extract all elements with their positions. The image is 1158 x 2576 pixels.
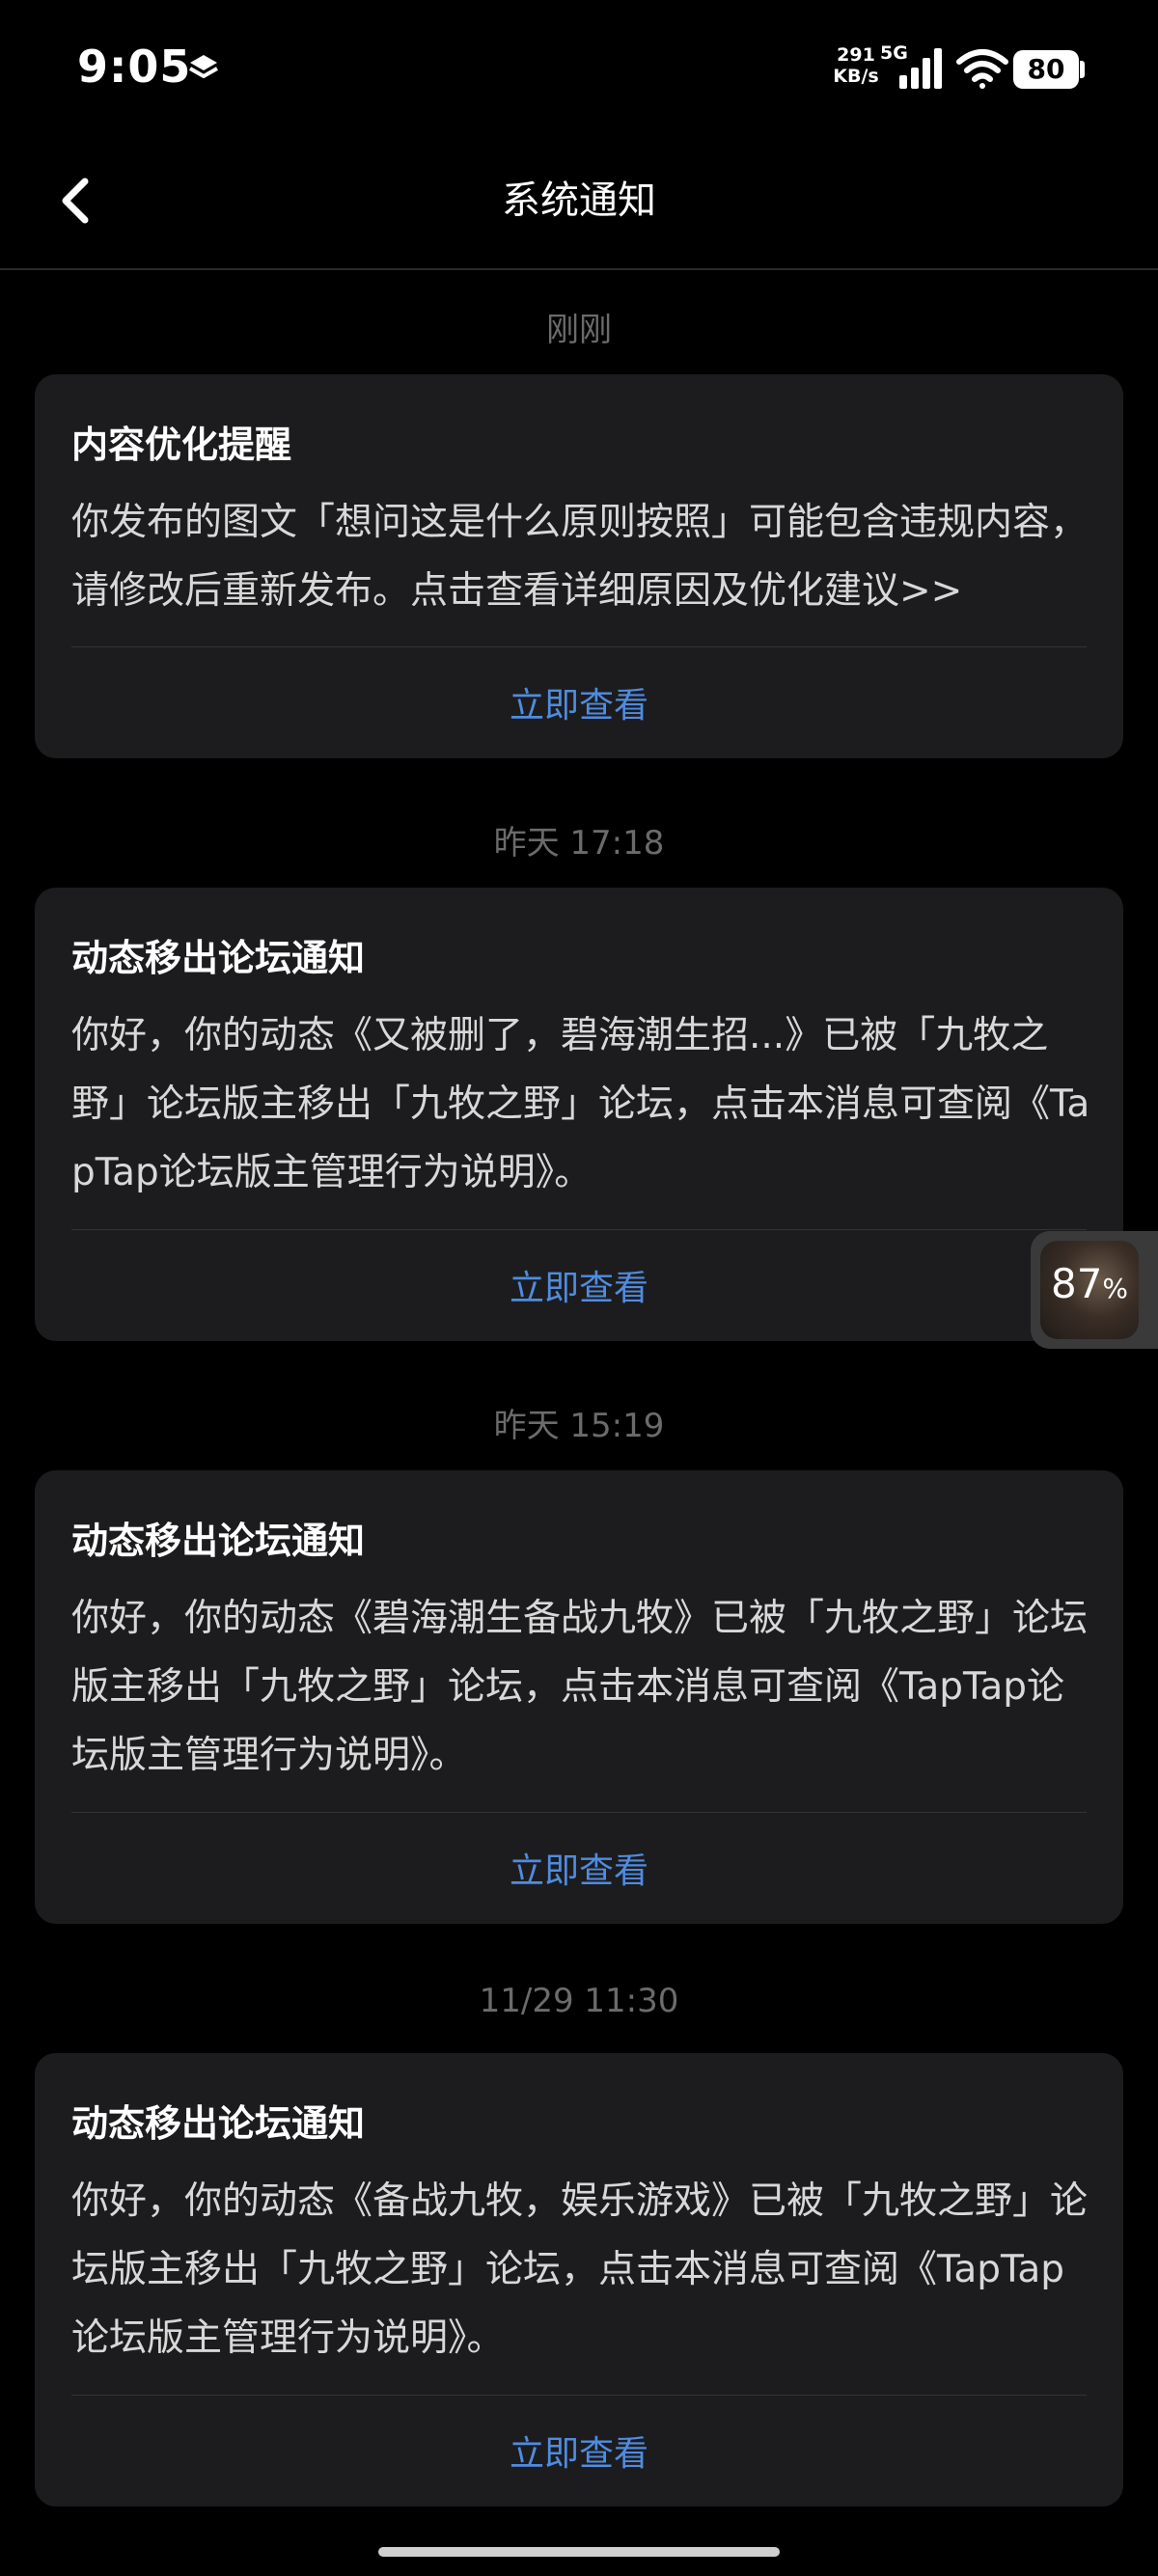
battery-icon: 80 — [1013, 50, 1079, 89]
view-now-button[interactable]: 立即查看 — [35, 677, 1123, 727]
card-divider — [71, 1812, 1087, 1813]
signal-icon — [899, 48, 942, 89]
notification-title: 内容优化提醒 — [71, 424, 292, 466]
page-title: 系统通知 — [502, 178, 656, 223]
floating-widget[interactable]: 87% — [1031, 1231, 1158, 1349]
notification-card[interactable]: 内容优化提醒 你发布的图文「想问这是什么原则按照」可能包含违规内容，请修改后重新… — [35, 374, 1123, 758]
status-bar: 9:05 291 KB/s 5G 80 — [0, 0, 1158, 135]
notification-body: 你好，你的动态《备战九牧，娱乐游戏》已被「九牧之野」论坛版主移出「九牧之野」论坛… — [71, 2179, 1089, 2360]
network-speed-value: 291 — [837, 44, 875, 66]
wifi-icon — [956, 49, 1008, 89]
network-speed: 291 KB/s — [830, 44, 882, 87]
network-speed-unit: KB/s — [833, 66, 879, 87]
notification-card[interactable]: 动态移出论坛通知 你好，你的动态《又被删了，碧海潮生招...》已被「九牧之野」论… — [35, 888, 1123, 1341]
card-divider — [71, 1229, 1087, 1230]
notification-card[interactable]: 动态移出论坛通知 你好，你的动态《碧海潮生备战九牧》已被「九牧之野」论坛版主移出… — [35, 1470, 1123, 1924]
card-divider — [71, 2395, 1087, 2396]
floating-widget-value: 87 — [1050, 1260, 1103, 1307]
layers-icon — [189, 55, 218, 78]
battery-tip — [1080, 61, 1085, 78]
notification-timestamp: 刚刚 — [546, 311, 612, 349]
floating-widget-unit: % — [1102, 1273, 1129, 1304]
notification-title: 动态移出论坛通知 — [71, 2102, 366, 2145]
view-now-button[interactable]: 立即查看 — [35, 1260, 1123, 1310]
notification-title: 动态移出论坛通知 — [71, 1520, 366, 1562]
notification-body: 你好，你的动态《又被删了，碧海潮生招...》已被「九牧之野」论坛版主移出「九牧之… — [71, 1014, 1090, 1194]
notification-timestamp: 昨天 17:18 — [493, 824, 665, 863]
floating-widget-percent: 87% — [1031, 1260, 1148, 1307]
notification-timestamp: 11/29 11:30 — [479, 1982, 679, 2020]
notification-timestamp: 昨天 15:19 — [493, 1407, 665, 1445]
notification-title: 动态移出论坛通知 — [71, 937, 366, 979]
home-indicator[interactable] — [378, 2547, 780, 2557]
view-now-button[interactable]: 立即查看 — [35, 2425, 1123, 2476]
top-nav-bar: 系统通知 — [0, 135, 1158, 270]
notification-body: 你发布的图文「想问这是什么原则按照」可能包含违规内容，请修改后重新发布。点击查看… — [71, 501, 1089, 613]
status-time: 9:05 — [77, 41, 192, 93]
notification-body: 你好，你的动态《碧海潮生备战九牧》已被「九牧之野」论坛版主移出「九牧之野」论坛，… — [71, 1597, 1089, 1777]
card-divider — [71, 646, 1087, 647]
notification-card[interactable]: 动态移出论坛通知 你好，你的动态《备战九牧，娱乐游戏》已被「九牧之野」论坛版主移… — [35, 2053, 1123, 2507]
view-now-button[interactable]: 立即查看 — [35, 1843, 1123, 1893]
